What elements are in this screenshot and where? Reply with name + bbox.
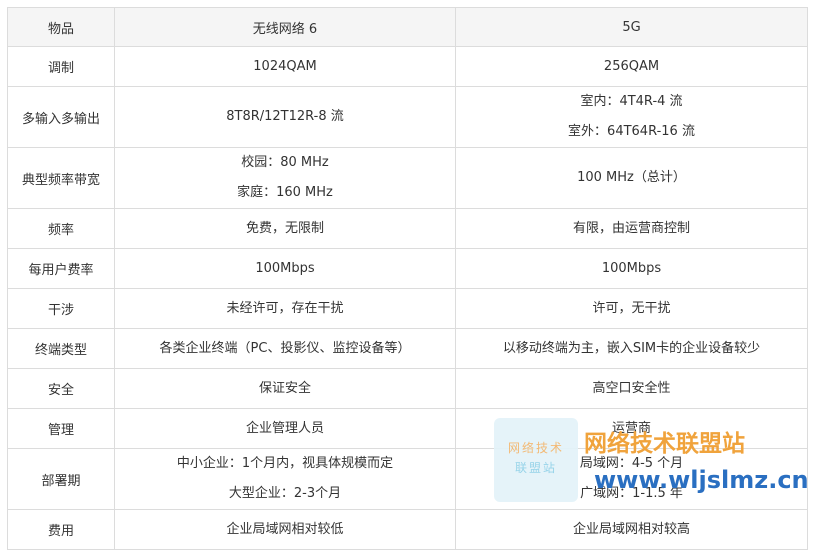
- cell-line: 以移动终端为主，嵌入SIM卡的企业设备较少: [502, 340, 761, 356]
- header-5g: 5G: [455, 7, 808, 47]
- cell-g5: 局域网：4-5 个月 广域网：1-1.5 年: [455, 448, 808, 510]
- table-row: 干涉 未经许可，存在干扰 许可，无干扰: [7, 288, 808, 329]
- table-header-row: 物品 无线网络 6 5G: [7, 7, 808, 47]
- cell-line: 中小企业：1个月内，视具体规模而定: [176, 456, 394, 471]
- cell-wifi6: 企业管理人员: [114, 408, 456, 449]
- comparison-table: 物品 无线网络 6 5G 调制 1024QAM 256QAM 多输入多输出 8T8R/1…: [7, 7, 808, 550]
- cell-wifi6: 100Mbps: [114, 248, 456, 289]
- cell-line: 室内：4T4R-4 流: [580, 94, 683, 109]
- cell-wifi6: 8T8R/12T12R-8 流: [114, 86, 456, 148]
- header-item: 物品: [7, 7, 115, 47]
- cell-g5: 企业局域网相对较高: [455, 509, 808, 550]
- cell-line: 家庭：160 MHz: [237, 185, 333, 200]
- cell-line: 有限，由运营商控制: [572, 220, 690, 236]
- cell-wifi6: 保证安全: [114, 368, 456, 409]
- cell-g5: 100Mbps: [455, 248, 808, 289]
- cell-line: 100Mbps: [255, 260, 315, 276]
- cell-line: 许可，无干扰: [592, 300, 671, 316]
- cell-line: 高空口安全性: [592, 380, 671, 396]
- cell-line: 校园：80 MHz: [241, 155, 329, 170]
- table-row: 管理 企业管理人员 运营商: [7, 408, 808, 449]
- cell-line: 运营商: [611, 420, 651, 436]
- cell-line: 8T8R/12T12R-8 流: [226, 109, 344, 124]
- cell-g5: 高空口安全性: [455, 368, 808, 409]
- cell-line: 256QAM: [603, 58, 660, 74]
- cell-line: 未经许可，存在干扰: [226, 300, 344, 316]
- header-wifi6: 无线网络 6: [114, 7, 456, 47]
- cell-g5: 100 MHz（总计）: [455, 147, 808, 209]
- table-row: 每用户费率 100Mbps 100Mbps: [7, 248, 808, 289]
- cell-g5: 有限，由运营商控制: [455, 208, 808, 249]
- cell-line: 局域网：4-5 个月: [579, 456, 684, 471]
- cell-item: 费用: [7, 509, 115, 550]
- table-row: 费用 企业局域网相对较低 企业局域网相对较高: [7, 509, 808, 550]
- cell-line: 企业管理人员: [245, 420, 324, 436]
- cell-line: 室外：64T64R-16 流: [568, 124, 695, 139]
- cell-g5: 运营商: [455, 408, 808, 449]
- cell-line: 各类企业终端（PC、投影仪、监控设备等）: [159, 340, 411, 356]
- cell-item: 多输入多输出: [7, 86, 115, 148]
- table-row: 多输入多输出 8T8R/12T12R-8 流 室内：4T4R-4 流室外：64T64…: [7, 86, 808, 148]
- cell-line: 100 MHz（总计）: [577, 170, 686, 185]
- table-body: 调制 1024QAM 256QAM 多输入多输出 8T8R/12T12R-8 流 室内：4…: [7, 46, 808, 550]
- cell-g5: 许可，无干扰: [455, 288, 808, 329]
- cell-g5: 以移动终端为主，嵌入SIM卡的企业设备较少: [455, 328, 808, 369]
- cell-line: 100Mbps: [601, 260, 662, 276]
- cell-wifi6: 企业局域网相对较低: [114, 509, 456, 550]
- cell-line: 保证安全: [258, 380, 311, 396]
- table-row: 安全 保证安全 高空口安全性: [7, 368, 808, 409]
- cell-line: 广域网：1-1.5 年: [580, 486, 683, 501]
- cell-wifi6: 免费，无限制: [114, 208, 456, 249]
- cell-line: 大型企业：2-3个月: [228, 486, 342, 501]
- cell-wifi6: 1024QAM: [114, 46, 456, 87]
- cell-line: 1024QAM: [253, 58, 317, 74]
- cell-line: 企业局域网相对较低: [226, 521, 344, 537]
- cell-item: 干涉: [7, 288, 115, 329]
- cell-item: 部署期: [7, 448, 115, 510]
- cell-item: 终端类型: [7, 328, 115, 369]
- cell-wifi6: 各类企业终端（PC、投影仪、监控设备等）: [114, 328, 456, 369]
- cell-g5: 室内：4T4R-4 流室外：64T64R-16 流: [455, 86, 808, 148]
- table-row: 终端类型 各类企业终端（PC、投影仪、监控设备等） 以移动终端为主，嵌入SIM卡的企…: [7, 328, 808, 369]
- cell-item: 频率: [7, 208, 115, 249]
- cell-item: 调制: [7, 46, 115, 87]
- cell-wifi6: 校园：80 MHz 家庭：160 MHz: [114, 147, 456, 209]
- cell-item: 管理: [7, 408, 115, 449]
- cell-item: 安全: [7, 368, 115, 409]
- table-row: 部署期 中小企业：1个月内，视具体规模而定 大型企业：2-3个月 局域网：4-5 个月…: [7, 448, 808, 510]
- cell-item: 每用户费率: [7, 248, 115, 289]
- table-row: 典型频率带宽 校园：80 MHz 家庭：160 MHz 100 MHz（总计）: [7, 147, 808, 209]
- cell-wifi6: 未经许可，存在干扰: [114, 288, 456, 329]
- cell-line: 免费，无限制: [245, 220, 324, 236]
- table-row: 调制 1024QAM 256QAM: [7, 46, 808, 87]
- cell-wifi6: 中小企业：1个月内，视具体规模而定 大型企业：2-3个月: [114, 448, 456, 510]
- table-row: 频率 免费，无限制 有限，由运营商控制: [7, 208, 808, 249]
- cell-line: 企业局域网相对较高: [572, 521, 690, 537]
- cell-item: 典型频率带宽: [7, 147, 115, 209]
- cell-g5: 256QAM: [455, 46, 808, 87]
